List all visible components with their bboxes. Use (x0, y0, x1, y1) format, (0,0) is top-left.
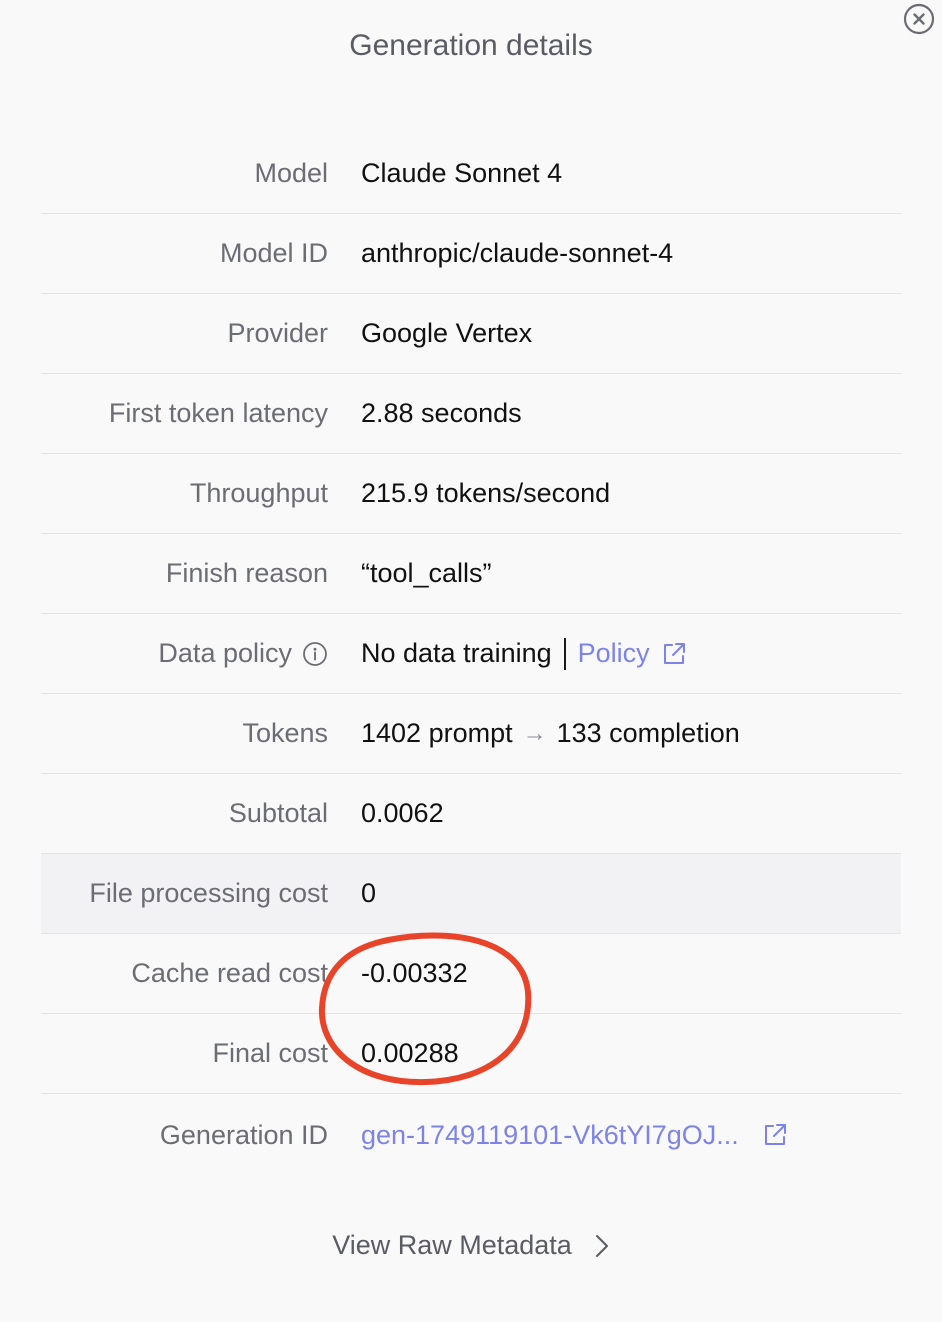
row-tokens: Tokens 1402 prompt → 133 completion (41, 694, 901, 774)
row-value-wrap: gen-1749119101-Vk6tYI7gOJ... (361, 1120, 789, 1151)
row-value: -0.00332 (361, 958, 468, 988)
row-file-processing-cost: File processing cost 0 (41, 854, 901, 934)
row-value: 215.9 tokens/second (361, 478, 611, 508)
row-label-wrap: Data policy (41, 638, 328, 669)
row-provider: Provider Google Vertex (41, 294, 901, 374)
row-throughput: Throughput 215.9 tokens/second (41, 454, 901, 534)
row-label: File processing cost (89, 878, 328, 908)
view-raw-metadata-button[interactable]: View Raw Metadata (0, 1230, 942, 1261)
policy-link[interactable]: Policy (578, 638, 650, 669)
prompt-tokens: 1402 prompt (361, 718, 513, 748)
row-value: 0 (361, 878, 377, 908)
row-model: Model Claude Sonnet 4 (41, 134, 901, 214)
row-final-cost: Final cost 0.00288 (41, 1014, 901, 1094)
external-link-icon[interactable] (660, 640, 688, 668)
row-label: Throughput (189, 478, 328, 508)
row-label: Finish reason (165, 558, 328, 588)
row-value: anthropic/claude-sonnet-4 (361, 238, 674, 268)
completion-tokens: 133 completion (556, 718, 740, 748)
row-model-id: Model ID anthropic/claude-sonnet-4 (41, 214, 901, 294)
row-value-wrap: No data training Policy (361, 637, 688, 670)
row-value: 0.0062 (361, 798, 444, 828)
row-label: Provider (227, 318, 328, 348)
row-cache-read-cost: Cache read cost -0.00332 (41, 934, 901, 1014)
dialog-title: Generation details (349, 29, 593, 62)
row-label: Subtotal (228, 798, 328, 828)
row-label: Final cost (212, 1038, 328, 1068)
row-finish-reason: Finish reason “tool_calls” (41, 534, 901, 614)
row-label: Generation ID (159, 1119, 328, 1150)
row-value: No data training (361, 638, 552, 668)
view-raw-metadata-label: View Raw Metadata (332, 1230, 572, 1260)
arrow-right-icon: → (522, 719, 547, 747)
chevron-right-icon (594, 1233, 610, 1259)
row-generation-id: Generation ID gen-1749119101-Vk6tYI7gOJ.… (41, 1094, 901, 1176)
row-value: 2.88 seconds (361, 398, 522, 428)
row-first-token-latency: First token latency 2.88 seconds (41, 374, 901, 454)
row-value-wrap: 1402 prompt → 133 completion (361, 718, 740, 749)
row-value: Google Vertex (361, 318, 533, 348)
row-label: Data policy (158, 638, 292, 668)
generation-id-link[interactable]: gen-1749119101-Vk6tYI7gOJ... (361, 1120, 739, 1151)
row-subtotal: Subtotal 0.0062 (41, 774, 901, 854)
row-value: Claude Sonnet 4 (361, 158, 563, 188)
row-label: Tokens (242, 718, 328, 748)
row-label: Model (254, 158, 328, 188)
row-data-policy: Data policy No data training Policy (41, 614, 901, 694)
row-value: “tool_calls” (361, 558, 492, 588)
info-icon[interactable] (302, 641, 328, 667)
row-label: First token latency (108, 398, 328, 428)
external-link-icon[interactable] (761, 1121, 789, 1149)
row-label: Model ID (219, 238, 328, 268)
row-label: Cache read cost (131, 958, 328, 988)
details-list: Model Claude Sonnet 4 Model ID anthropic… (41, 134, 901, 1176)
divider (563, 637, 566, 670)
row-value: 0.00288 (361, 1038, 459, 1068)
